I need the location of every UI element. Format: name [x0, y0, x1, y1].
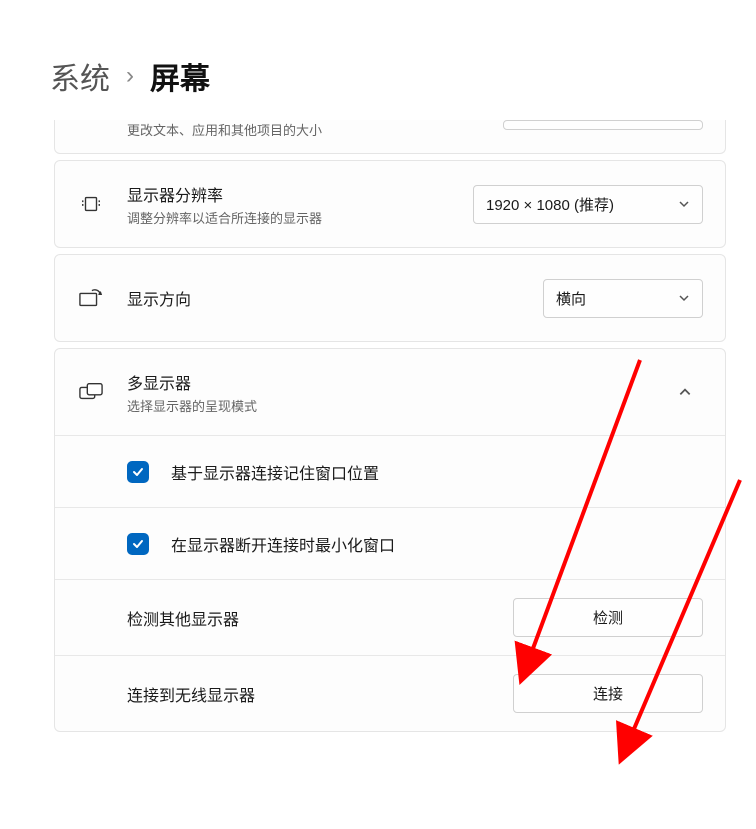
connect-button[interactable]: 连接 — [513, 674, 703, 713]
detect-button[interactable]: 检测 — [513, 598, 703, 637]
checkbox-row-minimize-on-disconnect[interactable]: 在显示器断开连接时最小化窗口 — [55, 507, 725, 579]
scale-dropdown[interactable] — [503, 120, 703, 130]
checkbox-remember-position-label: 基于显示器连接记住窗口位置 — [171, 460, 379, 484]
setting-multidisplay-card: 多显示器 选择显示器的呈现模式 基于显示器连接记住窗口位置 在显示器断开连接时 — [54, 348, 726, 732]
collapse-button[interactable] — [667, 374, 703, 410]
checkbox-minimize-on-disconnect-label: 在显示器断开连接时最小化窗口 — [171, 532, 395, 556]
wireless-display-row: 连接到无线显示器 连接 — [55, 655, 725, 731]
setting-resolution-subtitle: 调整分辨率以适合所连接的显示器 — [127, 208, 451, 227]
setting-multidisplay-subtitle: 选择显示器的呈现模式 — [127, 396, 645, 415]
setting-resolution-title: 显示器分辨率 — [127, 182, 451, 206]
breadcrumb-current: 屏幕 — [150, 54, 210, 98]
detect-display-row: 检测其他显示器 检测 — [55, 579, 725, 655]
checkbox-remember-position[interactable] — [127, 461, 149, 483]
breadcrumb: 系统 › 屏幕 — [0, 0, 756, 126]
check-icon — [131, 465, 145, 479]
checkbox-row-remember-position[interactable]: 基于显示器连接记住窗口位置 — [55, 435, 725, 507]
setting-orientation-title: 显示方向 — [127, 286, 521, 310]
wireless-display-label: 连接到无线显示器 — [127, 682, 491, 706]
chevron-up-icon — [678, 385, 692, 399]
detect-display-label: 检测其他显示器 — [127, 606, 491, 630]
orientation-dropdown[interactable]: 横向 — [543, 279, 703, 318]
resolution-icon — [77, 193, 105, 215]
check-icon — [131, 537, 145, 551]
chevron-down-icon — [678, 198, 690, 210]
orientation-value: 横向 — [556, 288, 586, 309]
breadcrumb-parent[interactable]: 系统 — [50, 54, 110, 98]
setting-orientation-card: 显示方向 横向 — [54, 254, 726, 342]
resolution-value: 1920 × 1080 (推荐) — [486, 194, 614, 215]
chevron-down-icon — [678, 292, 690, 304]
setting-scale-card: 更改文本、应用和其他项目的大小 — [54, 120, 726, 154]
multidisplay-icon — [77, 382, 105, 402]
setting-multidisplay-title: 多显示器 — [127, 370, 645, 394]
checkbox-minimize-on-disconnect[interactable] — [127, 533, 149, 555]
setting-scale-subtitle: 更改文本、应用和其他项目的大小 — [127, 120, 481, 139]
setting-resolution-card: 显示器分辨率 调整分辨率以适合所连接的显示器 1920 × 1080 (推荐) — [54, 160, 726, 248]
orientation-icon — [77, 287, 105, 309]
resolution-dropdown[interactable]: 1920 × 1080 (推荐) — [473, 185, 703, 224]
chevron-right-icon: › — [126, 62, 134, 90]
